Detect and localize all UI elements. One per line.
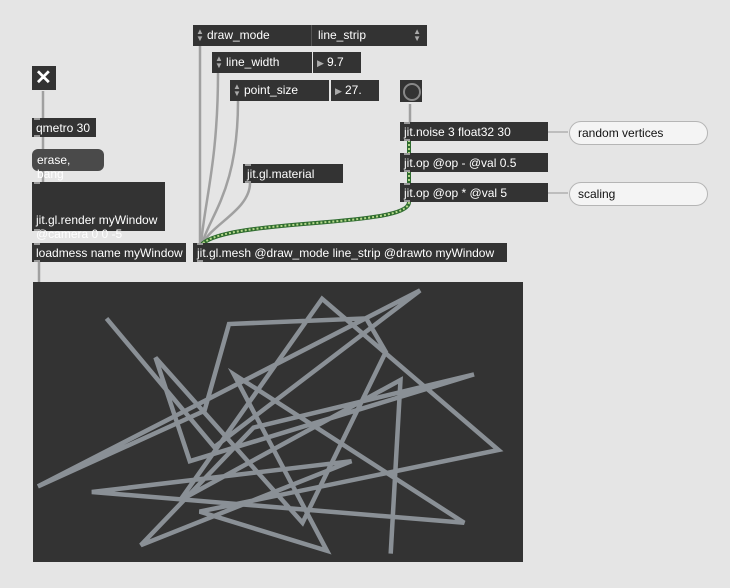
number-triangle-icon: ▶ — [317, 58, 324, 68]
comment-scaling: scaling — [569, 182, 708, 206]
toggle-x[interactable]: ✕ — [32, 66, 56, 90]
point-size-attr-label[interactable]: ▲ ▼ point_size — [230, 80, 329, 101]
line-width-attr-label[interactable]: ▲ ▼ line_width — [212, 52, 312, 73]
comment-random-vertices: random vertices — [569, 121, 708, 145]
jit-pwindow-render-output[interactable] — [33, 282, 523, 562]
op-mult-label: jit.op @op * @val 5 — [404, 186, 508, 200]
attrui-line-width[interactable]: ▲ ▼ line_width — [212, 52, 312, 73]
bang-button[interactable] — [400, 80, 422, 102]
cord-point-size-mesh[interactable] — [200, 100, 240, 245]
updown-arrows-icon: ▲ ▼ — [196, 27, 204, 43]
noise-label: jit.noise 3 float32 30 — [404, 125, 511, 139]
loadmess-object[interactable]: loadmess name myWindow — [32, 243, 186, 262]
draw-mode-menu[interactable]: line_strip ▲ ▼ — [312, 25, 427, 46]
mesh-label: jit.gl.mesh @draw_mode line_strip @drawt… — [197, 246, 495, 260]
jit-op-mult-object[interactable]: jit.op @op * @val 5 — [400, 183, 548, 202]
matrix-cords — [200, 140, 411, 246]
point-size-number[interactable]: ▶ 27. — [331, 80, 379, 101]
number-triangle-icon: ▶ — [335, 86, 342, 96]
jit-gl-render-object[interactable]: jit.gl.render myWindow @camera 0 0 -5 @l… — [32, 182, 165, 255]
erase-bang-message[interactable]: erase, bang — [32, 149, 104, 181]
mesh-line-strip — [36, 288, 504, 555]
op-minus-label: jit.op @op - @val 0.5 — [404, 156, 517, 170]
cord-line-width-mesh[interactable] — [199, 72, 220, 245]
draw-mode-attr-label[interactable]: ▲ ▼ draw_mode — [193, 25, 312, 46]
menu-arrows-icon: ▲ ▼ — [413, 27, 421, 43]
jit-gl-material-object[interactable]: jit.gl.material — [243, 164, 343, 183]
qmetro-label: qmetro 30 — [36, 121, 91, 135]
jit-noise-object[interactable]: jit.noise 3 float32 30 — [400, 122, 548, 141]
close-x-icon: ✕ — [35, 67, 52, 89]
line-width-number[interactable]: ▶ 9.7 — [313, 52, 361, 73]
render-output-svg — [36, 288, 504, 555]
material-label: jit.gl.material — [247, 167, 315, 181]
attrui-draw-mode[interactable]: ▲ ▼ draw_mode line_strip ▲ ▼ — [193, 25, 427, 46]
jit-gl-mesh-object[interactable]: jit.gl.mesh @draw_mode line_strip @drawt… — [193, 243, 507, 262]
cord-material-mesh[interactable] — [201, 182, 252, 245]
loadmess-label: loadmess name myWindow — [36, 246, 183, 260]
updown-arrows-icon: ▲ ▼ — [215, 54, 223, 70]
attrui-point-size[interactable]: ▲ ▼ point_size — [230, 80, 329, 101]
erase-bang-label: erase, bang — [37, 153, 71, 181]
qmetro-object[interactable]: qmetro 30 — [32, 118, 96, 137]
bang-circle-icon — [403, 83, 421, 101]
jit-op-minus-object[interactable]: jit.op @op - @val 0.5 — [400, 153, 548, 172]
updown-arrows-icon: ▲ ▼ — [233, 82, 241, 98]
